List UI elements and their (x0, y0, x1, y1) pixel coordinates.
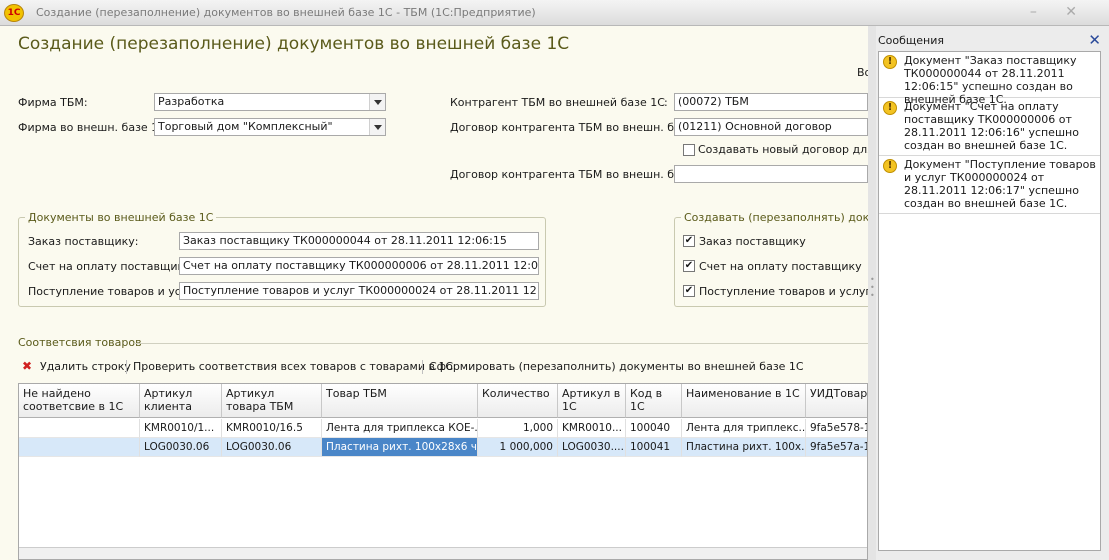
close-icon[interactable]: ✕ (1088, 31, 1101, 49)
form-docs-button[interactable]: Сформировать (перезаполнить) документы в… (429, 360, 804, 373)
toolbar-separator (422, 360, 423, 374)
contractor-label: Контрагент ТБМ во внешней базе 1С (450, 96, 665, 109)
page-title: Создание (перезаполнение) документов во … (18, 34, 570, 54)
table-cell[interactable] (19, 419, 140, 438)
create-group: Создавать (перезаполнять) докумен ✔ Зака… (674, 211, 901, 307)
firm-value: Разработка (158, 95, 225, 108)
doc-receipt-field[interactable]: Поступление товаров и услуг ТК000000024 … (179, 282, 539, 300)
table-cell[interactable]: LOG0030.06 (222, 438, 322, 457)
firm-field[interactable]: Разработка (154, 93, 386, 111)
messages-list[interactable]: ! Документ "Заказ поставщику ТК000000044… (878, 51, 1101, 551)
app-logo-icon: 1С (4, 4, 24, 22)
splitter-grip-icon[interactable]: • • • (870, 276, 875, 300)
table-cell[interactable]: Лента для триплекса КОЕ-... (322, 419, 478, 438)
check-matches-button[interactable]: Проверить соответствия всех товаров с то… (133, 360, 453, 373)
message-text: Документ "Поступление товаров и услуг ТК… (904, 158, 1096, 210)
column-header[interactable]: Артикул в 1С (558, 384, 626, 418)
contract2-label: Договор контрагента ТБМ во внешн. базе: (450, 168, 698, 181)
ext-firm-value: Торговый дом "Комплексный" (158, 120, 333, 133)
doc-invoice-field[interactable]: Счет на оплату поставщику ТК000000006 от… (179, 257, 539, 275)
table-cell[interactable]: 9fa5e57a-19 (806, 438, 867, 457)
delete-row-icon[interactable]: ✖ (22, 359, 32, 373)
column-header[interactable]: Наименование в 1С (682, 384, 806, 418)
matches-title: Соответсвия товаров (18, 336, 142, 349)
column-header[interactable]: Не найдено соответсвие в 1С (19, 384, 140, 418)
message-item[interactable]: ! Документ "Поступление товаров и услуг … (879, 156, 1100, 214)
docs-group-title: Документы во внешней базе 1С (25, 211, 217, 224)
ext-firm-field[interactable]: Торговый дом "Комплексный" (154, 118, 386, 136)
warning-icon: ! (883, 55, 897, 69)
column-header[interactable]: Код в 1С (626, 384, 682, 418)
column-header[interactable]: Артикул клиента (140, 384, 222, 418)
contract2-field[interactable] (674, 165, 868, 183)
create-receipt-label: Поступление товаров и услуг (699, 285, 872, 298)
table-cell[interactable]: 100040 (626, 419, 682, 438)
contractor-colon: : (664, 96, 668, 109)
delete-row-button[interactable]: Удалить строку (40, 360, 131, 373)
message-item[interactable]: ! Документ "Счет на оплату поставщику ТК… (879, 98, 1100, 156)
table-cell[interactable]: KMR0010... (558, 419, 626, 438)
warning-icon: ! (883, 159, 897, 173)
doc-order-label: Заказ поставщику: (28, 235, 139, 248)
matches-divider (134, 343, 868, 344)
toolbar-separator (126, 360, 127, 374)
window-controls[interactable]: – ✕ (1030, 4, 1089, 20)
table-cell[interactable]: Лента для триплекс... (682, 419, 806, 438)
create-invoice-label: Счет на оплату поставщику (699, 260, 862, 273)
table-cell[interactable]: LOG0030.... (558, 438, 626, 457)
table-cell[interactable]: 9fa5e578-19 (806, 419, 867, 438)
docs-group: Документы во внешней базе 1С Заказ поста… (18, 211, 546, 307)
create-order-label: Заказ поставщику (699, 235, 806, 248)
table-cell[interactable]: 1,000 (478, 419, 558, 438)
column-header[interactable]: Количество (478, 384, 558, 418)
panel-splitter[interactable]: • • • (868, 26, 876, 560)
horizontal-scrollbar[interactable] (19, 547, 867, 559)
firm-dropdown-icon[interactable] (369, 94, 385, 110)
table-cell[interactable]: KMR0010/1... (140, 419, 222, 438)
ext-firm-dropdown-icon[interactable] (369, 119, 385, 135)
create-receipt-checkbox[interactable]: ✔ (683, 285, 695, 297)
window-title: Создание (перезаполнение) документов во … (36, 6, 536, 19)
create-invoice-checkbox[interactable]: ✔ (683, 260, 695, 272)
contract-field[interactable]: (01211) Основной договор (674, 118, 868, 136)
doc-invoice-label: Счет на оплату поставщику : (28, 260, 198, 273)
window-titlebar: 1С Создание (перезаполнение) документов … (0, 0, 1109, 26)
main-form: Создание (перезаполнение) документов во … (0, 26, 901, 560)
column-header[interactable]: Артикул товара ТБМ (222, 384, 322, 418)
message-text: Документ "Счет на оплату поставщику ТК00… (904, 100, 1079, 152)
create-order-checkbox[interactable]: ✔ (683, 235, 695, 247)
contract-label: Договор контрагента ТБМ во внешн. база: (450, 121, 698, 134)
column-header[interactable]: УИДТовара (806, 384, 867, 418)
message-item[interactable]: ! Документ "Заказ поставщику ТК000000044… (879, 52, 1100, 106)
doc-order-field[interactable]: Заказ поставщику ТК000000044 от 28.11.20… (179, 232, 539, 250)
new-contract-label: Создавать новый договор для ка (698, 143, 891, 156)
table-cell[interactable]: Пластина рихт. 100х... (682, 438, 806, 457)
messages-title: Сообщения (878, 34, 945, 47)
new-contract-checkbox[interactable] (683, 144, 695, 156)
warning-icon: ! (883, 101, 897, 115)
doc-receipt-label: Поступление товаров и услуг: (28, 285, 204, 298)
matches-table[interactable]: Не найдено соответсвие в 1С Артикул клие… (18, 383, 868, 560)
table-cell[interactable]: 100041 (626, 438, 682, 457)
messages-panel: Сообщения ✕ ! Документ "Заказ поставщику… (876, 26, 1109, 560)
table-cell[interactable]: LOG0030.06 (140, 438, 222, 457)
contractor-field[interactable]: (00072) ТБМ (674, 93, 868, 111)
table-cell[interactable]: 1 000,000 (478, 438, 558, 457)
column-header[interactable]: Товар ТБМ (322, 384, 478, 418)
firm-label: Фирма ТБМ: (18, 96, 88, 109)
table-cell[interactable]: Пластина рихт. 100х28х6 ч... (322, 438, 478, 457)
ext-firm-label: Фирма во внешн. базе 1С: (18, 121, 170, 134)
messages-header: Сообщения ✕ (876, 31, 1101, 51)
table-cell[interactable]: KMR0010/16.5 (222, 419, 322, 438)
table-cell[interactable] (19, 438, 140, 457)
